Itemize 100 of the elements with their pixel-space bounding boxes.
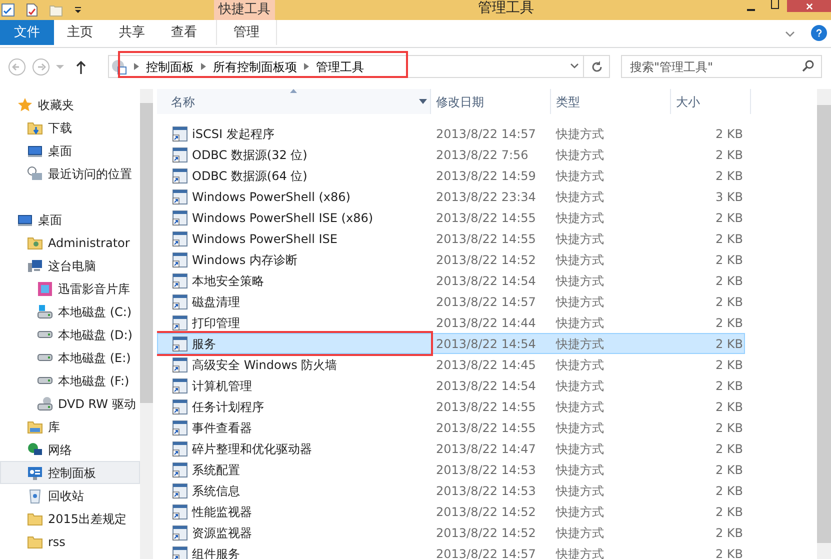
breadcrumb-arrow-icon[interactable] xyxy=(304,63,309,70)
file-name: Windows PowerShell ISE (x86) xyxy=(192,210,374,226)
nav-item[interactable]: DVD RW 驱动 xyxy=(0,392,140,415)
file-row[interactable]: 系统配置 2013/8/22 14:53 快捷方式 2 KB xyxy=(157,459,745,480)
disc-drive-icon xyxy=(37,396,53,412)
file-row[interactable]: Windows PowerShell ISE 2013/8/22 14:55 快捷方式 2 KB xyxy=(157,228,745,249)
date-cell-text: 2013/8/22 14:54 xyxy=(435,378,537,394)
column-header[interactable]: 名称 xyxy=(157,89,431,114)
shortcut-icon xyxy=(172,440,188,456)
nav-item[interactable]: 桌面 xyxy=(0,139,140,162)
nav-item[interactable]: 库 xyxy=(0,415,140,438)
close-button[interactable] xyxy=(787,0,831,12)
media-library-icon xyxy=(37,280,53,296)
file-row[interactable]: 碎片整理和优化驱动器 2013/8/22 14:47 快捷方式 2 KB xyxy=(157,438,745,459)
file-row[interactable]: 任务计划程序 2013/8/22 14:55 快捷方式 2 KB xyxy=(157,396,745,417)
nav-item[interactable]: 回收站 xyxy=(0,484,140,507)
up-arrow-icon[interactable] xyxy=(76,60,86,74)
ribbon-tab[interactable]: 主页 xyxy=(54,20,106,45)
file-row[interactable]: 资源监视器 2013/8/22 14:52 快捷方式 2 KB xyxy=(157,522,745,543)
customize-caret-icon[interactable] xyxy=(73,5,83,15)
properties-icon[interactable] xyxy=(1,3,15,17)
nav-item[interactable]: 本地磁盘 (E:) xyxy=(0,346,140,369)
file-row[interactable]: Windows PowerShell ISE (x86) 2013/8/22 14:55 快捷方式 2 KB xyxy=(157,207,745,228)
column-header[interactable]: 类型 xyxy=(551,89,671,114)
nav-item[interactable]: 这台电脑 xyxy=(0,254,140,277)
nav-item[interactable]: 本地磁盘 (F:) xyxy=(0,369,140,392)
ribbon-tab[interactable]: 查看 xyxy=(158,20,210,45)
nav-item[interactable]: 本地磁盘 (D:) xyxy=(0,323,140,346)
file-row[interactable]: 组件服务 2013/8/22 14:57 快捷方式 2 KB xyxy=(157,543,745,559)
nav-item[interactable]: 收藏夹 xyxy=(0,93,140,116)
file-row[interactable]: ODBC 数据源(64 位) 2013/8/22 14:59 快捷方式 2 KB xyxy=(157,165,745,186)
file-row[interactable]: 本地安全策略 2013/8/22 14:54 快捷方式 2 KB xyxy=(157,270,745,291)
file-row[interactable]: Windows 内存诊断 2013/8/22 14:52 快捷方式 2 KB xyxy=(157,249,745,270)
scrollbar[interactable] xyxy=(140,89,153,559)
shortcut-icon xyxy=(172,356,188,372)
size-cell-text: 2 KB xyxy=(714,272,743,290)
breadcrumb[interactable]: 管理工具 xyxy=(316,58,364,76)
library-icon xyxy=(27,418,43,434)
date-cell-text: 2013/8/22 14:54 xyxy=(435,336,537,352)
size-cell-text: 2 KB xyxy=(714,210,743,226)
file-name: 高级安全 Windows 防火墙 xyxy=(192,356,338,374)
type-cell-text: 快捷方式 xyxy=(554,272,605,290)
nav-item[interactable]: 最近访问的位置 xyxy=(0,162,140,185)
scrollbar[interactable] xyxy=(817,89,831,559)
file-row[interactable]: 事件查看器 2013/8/22 14:55 快捷方式 2 KB xyxy=(157,417,745,438)
file-row[interactable]: 计算机管理 2013/8/22 14:54 快捷方式 2 KB xyxy=(157,375,745,396)
type-cell-text: 快捷方式 xyxy=(554,398,605,416)
nav-item[interactable]: 下载 xyxy=(0,116,140,139)
breadcrumb-arrow-icon[interactable] xyxy=(201,63,206,70)
date-cell-text: 2013/8/22 14:52 xyxy=(435,524,537,542)
breadcrumb-arrow-icon[interactable] xyxy=(134,63,139,70)
file-row[interactable]: 打印管理 2013/8/22 14:44 快捷方式 2 KB xyxy=(157,312,745,333)
date-cell-text: 2013/8/22 14:47 xyxy=(435,440,537,458)
file-name: 任务计划程序 xyxy=(192,398,264,416)
nav-item[interactable]: 桌面 xyxy=(0,208,140,231)
nav-item[interactable]: 2015出差规定 xyxy=(0,507,140,530)
size-cell-text: 2 KB xyxy=(714,294,743,310)
ribbon-tab[interactable]: 共享 xyxy=(106,20,158,45)
type-cell-text: 快捷方式 xyxy=(554,462,605,478)
date-cell-text: 2013/8/22 14:54 xyxy=(435,272,537,290)
file-row[interactable]: ODBC 数据源(32 位) 2013/8/22 7:56 快捷方式 2 KB xyxy=(157,144,745,165)
breadcrumb[interactable]: 所有控制面板项 xyxy=(213,58,297,76)
search-icon[interactable] xyxy=(802,60,814,72)
file-row[interactable]: 磁盘清理 2013/8/22 14:57 快捷方式 2 KB xyxy=(157,291,745,312)
size-cell-text: 2 KB xyxy=(714,462,743,478)
dropdown-caret-icon[interactable] xyxy=(570,63,579,69)
nav-item[interactable]: 网络 xyxy=(0,438,140,461)
type-cell-text: 快捷方式 xyxy=(554,210,605,226)
breadcrumb[interactable]: 控制面板 xyxy=(146,58,194,76)
date-cell-text: 2013/8/22 14:44 xyxy=(435,314,537,332)
file-row[interactable]: 性能监视器 2013/8/22 14:52 快捷方式 2 KB xyxy=(157,501,745,522)
shortcut-icon xyxy=(172,504,188,520)
expand-ribbon-icon[interactable] xyxy=(785,30,795,38)
nav-item[interactable]: rss xyxy=(0,530,140,553)
close-icon[interactable] xyxy=(806,2,812,10)
file-row[interactable]: iSCSI 发起程序 2013/8/22 14:57 快捷方式 2 KB xyxy=(157,123,745,144)
new-document-icon[interactable] xyxy=(25,3,39,17)
nav-item[interactable]: 控制面板 xyxy=(0,461,140,484)
download-folder-icon xyxy=(27,120,43,136)
nav-item[interactable]: 本地磁盘 (C:) xyxy=(0,300,140,323)
date-cell-text: 2013/8/22 14:52 xyxy=(435,504,537,520)
file-row[interactable]: Windows PowerShell (x86) 2013/8/22 23:34 快捷方式 3 KB xyxy=(157,186,745,207)
type-cell-text: 快捷方式 xyxy=(554,482,605,500)
file-row[interactable]: 服务 2013/8/22 14:54 快捷方式 2 KB xyxy=(157,333,745,354)
file-row[interactable]: 高级安全 Windows 防火墙 2013/8/22 14:45 快捷方式 2 KB xyxy=(157,354,745,375)
search-field[interactable]: 搜索"管理工具" xyxy=(621,55,822,78)
drive-icon xyxy=(37,354,53,361)
refresh-icon[interactable] xyxy=(591,61,603,73)
dropdown-caret-icon[interactable] xyxy=(419,99,427,104)
file-row[interactable]: 系统信息 2013/8/22 14:53 快捷方式 2 KB xyxy=(157,480,745,501)
date-cell-text: 2013/8/22 14:53 xyxy=(435,462,537,478)
date-cell-text: 2013/8/22 14:55 xyxy=(435,398,537,416)
column-header[interactable]: 大小 xyxy=(671,89,751,114)
nav-item[interactable]: Administrator xyxy=(0,231,140,254)
column-header[interactable]: 修改日期 xyxy=(431,89,551,114)
file-tab[interactable]: 文件 xyxy=(0,20,54,45)
file-name: Windows 内存诊断 xyxy=(192,252,298,268)
nav-item[interactable]: 迅雷影音片库 xyxy=(0,277,140,300)
help-icon[interactable] xyxy=(811,25,827,41)
type-cell-text: 快捷方式 xyxy=(554,336,605,352)
